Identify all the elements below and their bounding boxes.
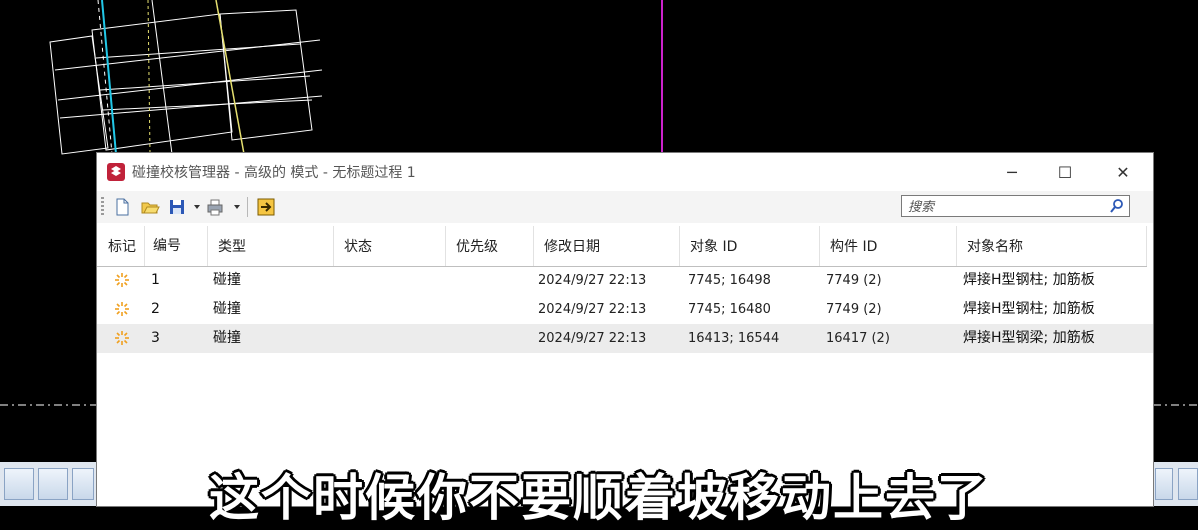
- save-icon[interactable]: [167, 197, 187, 217]
- cell-type: 碰撞: [213, 330, 241, 346]
- steel-member-drawing: [49, 0, 323, 155]
- cell-object-id: 7745; 16480: [688, 302, 771, 317]
- column-header-part-id[interactable]: 构件 ID: [820, 226, 957, 266]
- close-button[interactable]: ✕: [1098, 153, 1148, 191]
- table-row[interactable]: 2 碰撞 2024/9/27 22:13 7745; 16480 7749 (2…: [97, 295, 1153, 324]
- search-icon[interactable]: [1109, 198, 1125, 214]
- minimize-icon: ─: [1007, 162, 1017, 182]
- column-header-object-name[interactable]: 对象名称: [957, 226, 1147, 266]
- collision-mark-icon: [115, 302, 129, 316]
- cell-object-id: 7745; 16498: [688, 273, 771, 288]
- title-bar[interactable]: 碰撞校核管理器 - 高级的 模式 - 无标题过程 1 ─ ☐ ✕: [97, 153, 1153, 191]
- collision-mark-icon: [115, 273, 129, 287]
- new-document-icon[interactable]: [112, 197, 132, 217]
- toolbar-grip[interactable]: [101, 197, 104, 217]
- column-header-type[interactable]: 类型: [208, 226, 334, 266]
- cell-part-id: 7749 (2): [826, 273, 882, 288]
- cell-object-name: 焊接H型钢梁; 加筋板: [963, 330, 1095, 346]
- cell-modified: 2024/9/27 22:13: [538, 331, 647, 346]
- close-icon: ✕: [1116, 162, 1130, 182]
- toolbar-separator: [247, 197, 248, 217]
- column-header-number[interactable]: 编号: [145, 226, 208, 266]
- column-header-mark[interactable]: 标记: [97, 226, 145, 266]
- column-header-status[interactable]: 状态: [334, 226, 446, 266]
- search-input[interactable]: [906, 197, 1100, 217]
- search-box[interactable]: [901, 195, 1130, 217]
- column-header-object-id[interactable]: 对象 ID: [680, 226, 820, 266]
- exit-icon[interactable]: [256, 197, 276, 217]
- table-header: 标记 编号 类型 状态 优先级 修改日期 对象 ID 构件 ID 对象名称: [97, 226, 1147, 267]
- cell-part-id: 7749 (2): [826, 302, 882, 317]
- open-folder-icon[interactable]: [140, 197, 160, 217]
- print-dropdown-arrow[interactable]: [234, 205, 240, 209]
- save-dropdown-arrow[interactable]: [194, 205, 200, 209]
- cell-modified: 2024/9/27 22:13: [538, 273, 647, 288]
- minimize-button[interactable]: ─: [987, 153, 1037, 191]
- window-title: 碰撞校核管理器 - 高级的 模式 - 无标题过程 1: [132, 165, 416, 181]
- app-logo-icon: [107, 163, 125, 181]
- table-row-selected[interactable]: 3 碰撞 2024/9/27 22:13 16413; 16544 16417 …: [97, 324, 1153, 353]
- yellow-grid-line: [215, 0, 245, 155]
- cell-object-name: 焊接H型钢柱; 加筋板: [963, 301, 1095, 317]
- maximize-icon: ☐: [1057, 162, 1073, 182]
- cell-object-name: 焊接H型钢柱; 加筋板: [963, 272, 1095, 288]
- video-subtitle: 这个时候你不要顺着坡移动上去了: [209, 469, 989, 527]
- column-header-modified[interactable]: 修改日期: [534, 226, 680, 266]
- print-icon[interactable]: [205, 197, 225, 217]
- table-row[interactable]: 1 碰撞 2024/9/27 22:13 7745; 16498 7749 (2…: [97, 266, 1153, 295]
- column-header-priority[interactable]: 优先级: [446, 226, 534, 266]
- cell-object-id: 16413; 16544: [688, 331, 780, 346]
- cell-modified: 2024/9/27 22:13: [538, 302, 647, 317]
- cell-number: 1: [151, 272, 160, 288]
- column-header-number-label: 编号: [153, 237, 181, 254]
- clash-manager-window: 碰撞校核管理器 - 高级的 模式 - 无标题过程 1 ─ ☐ ✕ 搜索 标记 编…: [97, 153, 1153, 506]
- cell-number: 2: [151, 301, 160, 317]
- maximize-button[interactable]: ☐: [1040, 153, 1090, 191]
- cell-number: 3: [151, 330, 160, 346]
- cell-part-id: 16417 (2): [826, 331, 890, 346]
- collision-mark-icon: [115, 331, 129, 345]
- cell-type: 碰撞: [213, 272, 241, 288]
- cell-type: 碰撞: [213, 301, 241, 317]
